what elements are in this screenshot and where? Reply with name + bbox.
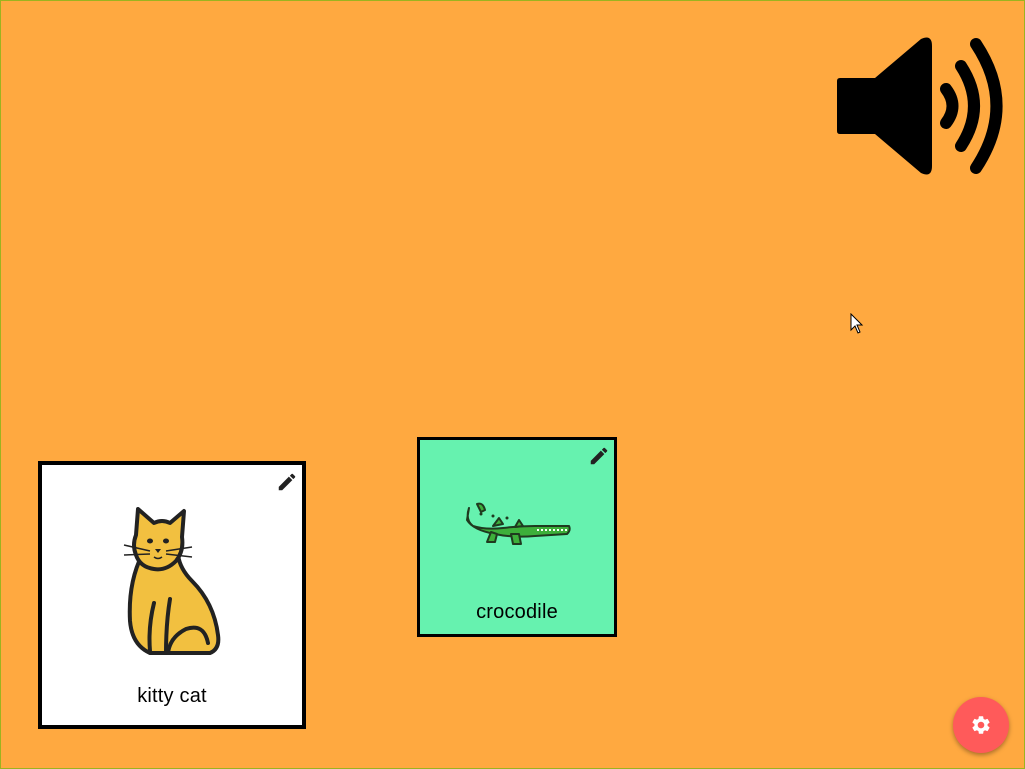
edit-pencil-icon[interactable] [276,471,298,493]
gear-icon [970,714,992,736]
crocodile-picture [463,500,573,550]
card-crocodile[interactable]: crocodile [417,437,617,637]
mouse-cursor-icon [850,312,864,340]
settings-button[interactable] [953,697,1009,753]
card-kitty-cat[interactable]: kitty cat [38,461,306,729]
card-label: crocodile [476,601,558,623]
cat-picture [120,503,230,663]
card-label: kitty cat [137,685,207,707]
edit-pencil-icon[interactable] [588,445,610,467]
speaker-icon[interactable] [835,36,1011,176]
